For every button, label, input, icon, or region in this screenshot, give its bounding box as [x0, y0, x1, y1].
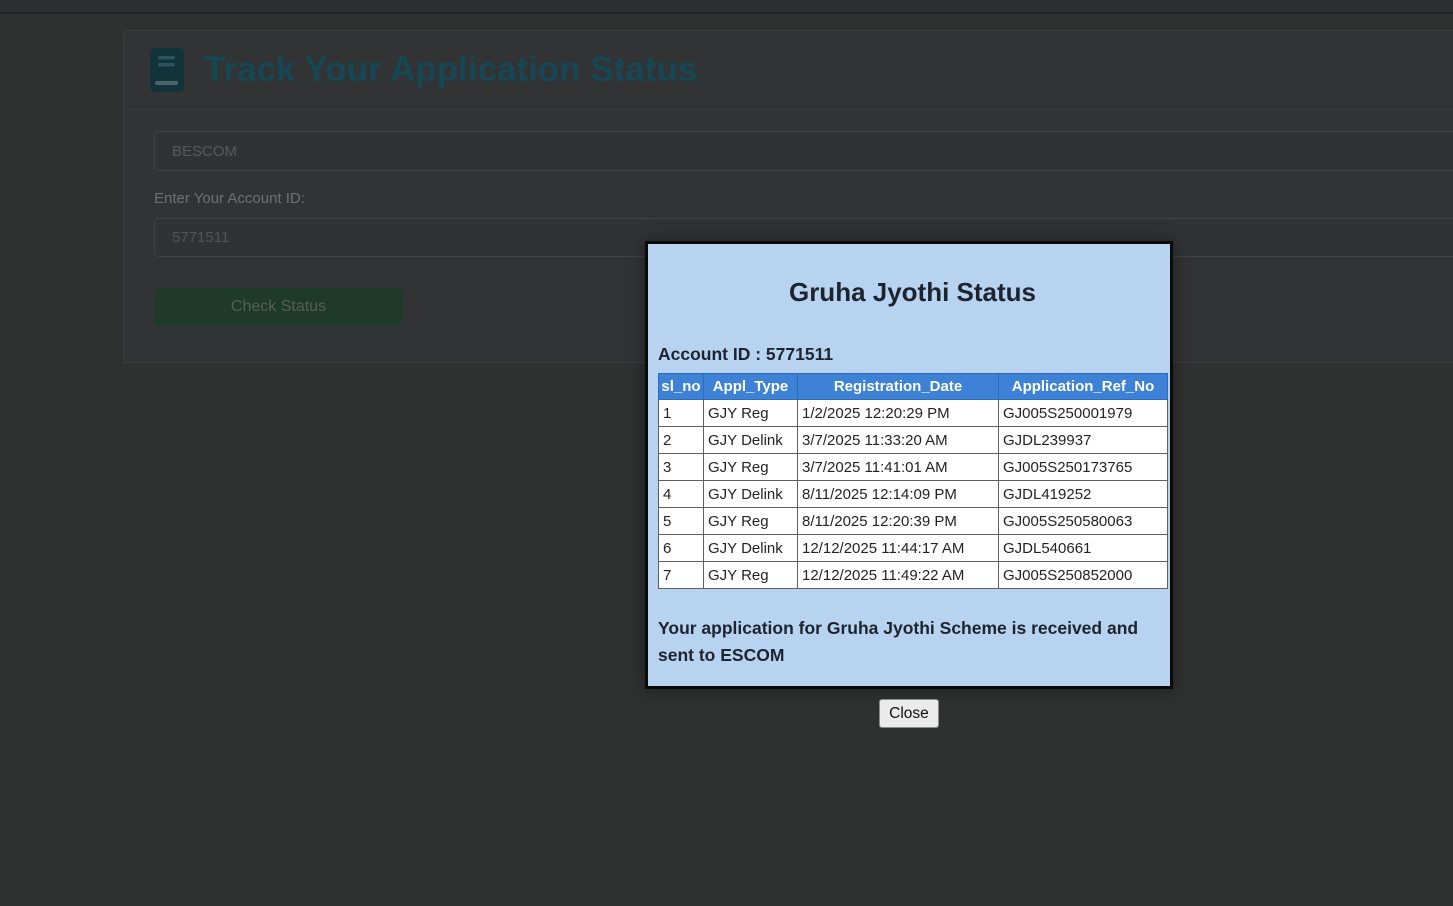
check-status-button[interactable]: Check Status [154, 288, 403, 326]
table-row: 5 GJY Reg 8/11/2025 12:20:39 PM GJ005S25058… [658, 507, 1168, 535]
column-header: Application_Ref_No [998, 373, 1168, 400]
table-cell: GJY Reg [703, 399, 798, 427]
table-cell: 8/11/2025 12:20:39 PM [797, 507, 999, 535]
table-cell: GJ005S250852000 [998, 561, 1168, 589]
table-cell: GJ005S250001979 [998, 399, 1168, 427]
table-cell: 12/12/2025 11:49:22 AM [797, 561, 999, 589]
column-header: Registration_Date [797, 373, 999, 400]
top-navbar [0, 0, 1453, 14]
table-cell: 7 [658, 561, 704, 589]
table-cell: GJY Reg [703, 453, 798, 481]
table-cell: 12/12/2025 11:44:17 AM [797, 534, 999, 562]
close-button[interactable]: Close [879, 699, 939, 728]
table-row: 2 GJY Delink 3/7/2025 11:33:20 AM GJDL23993… [658, 426, 1168, 454]
table-cell: GJY Reg [703, 507, 798, 535]
table-cell: 8/11/2025 12:14:09 PM [797, 480, 999, 508]
table-cell: GJY Delink [703, 534, 798, 562]
table-cell: GJDL540661 [998, 534, 1168, 562]
page-title: Track Your Application Status [204, 50, 698, 89]
table-cell: GJY Delink [703, 426, 798, 454]
modal-title: Gruha Jyothi Status [788, 277, 1037, 307]
table-row: 4 GJY Delink 8/11/2025 12:14:09 PM GJDL4192… [658, 480, 1168, 508]
column-header: Appl_Type [703, 373, 798, 400]
table-row: 7 GJY Reg 12/12/2025 11:49:22 AM GJ005S2508… [658, 561, 1168, 589]
card-header: Track Your Application Status [124, 31, 1453, 110]
table-row: 1 GJY Reg 1/2/2025 12:20:29 PM GJ005S250001… [658, 399, 1168, 427]
table-cell: 3 [658, 453, 704, 481]
modal-panel: Gruha Jyothi Status Account ID : 5771511… [645, 241, 1173, 689]
account-id-line: Account ID : 5771511 [658, 344, 834, 364]
status-message: Your application for Gruha Jyothi Scheme… [658, 618, 1139, 665]
table-cell: GJDL419252 [998, 480, 1168, 508]
table-row: 6 GJY Delink 12/12/2025 11:44:17 AM GJDL540… [658, 534, 1168, 562]
book-icon [149, 48, 185, 92]
table-cell: GJY Delink [703, 480, 798, 508]
column-header: sl_no [658, 373, 704, 400]
table-row: 3 GJY Reg 3/7/2025 11:41:01 AM GJ005S250173… [658, 453, 1168, 481]
table-cell: 3/7/2025 11:33:20 AM [797, 426, 999, 454]
status-table: sl_no Appl_Type Registration_Date Applicati… [658, 373, 1168, 589]
table-cell: 5 [658, 507, 704, 535]
table-cell: 1 [658, 399, 704, 427]
discom-select[interactable] [154, 131, 1453, 171]
account-id-label: Enter Your Account ID: [154, 190, 305, 207]
table-cell: 4 [658, 480, 704, 508]
table-cell: 3/7/2025 11:41:01 AM [797, 453, 999, 481]
status-modal: Gruha Jyothi Status Account ID : 5771511… [645, 241, 1173, 728]
table-cell: GJ005S250173765 [998, 453, 1168, 481]
table-cell: GJDL239937 [998, 426, 1168, 454]
table-cell: 1/2/2025 12:20:29 PM [797, 399, 999, 427]
table-cell: 6 [658, 534, 704, 562]
page-background: Track Your Application Status Enter Your… [0, 0, 1453, 906]
table-header-row: sl_no Appl_Type Registration_Date Applicati… [658, 373, 1168, 400]
table-cell: GJY Reg [703, 561, 798, 589]
status-table-body: 1 GJY Reg 1/2/2025 12:20:29 PM GJ005S250001… [658, 399, 1168, 589]
table-cell: 2 [658, 426, 704, 454]
table-cell: GJ005S250580063 [998, 507, 1168, 535]
